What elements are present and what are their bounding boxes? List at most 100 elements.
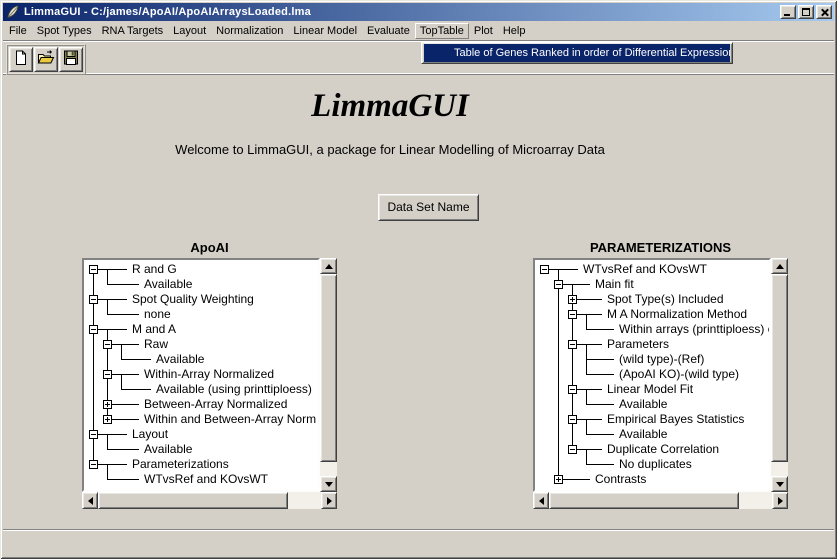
tree-node[interactable]: (ApoAI KO)-(wild type) [537,367,769,382]
minus-box-icon[interactable] [568,445,577,454]
tree-node[interactable]: Spot Type(s) Included [537,292,769,307]
tree-node[interactable]: No duplicates [537,457,769,472]
save-file-button[interactable] [59,47,83,72]
menu-spot-types[interactable]: Spot Types [32,23,97,39]
vertical-scrollbar-thumb[interactable] [320,274,337,462]
tree-node[interactable]: Available [86,352,318,367]
minus-box-icon[interactable] [568,415,577,424]
scroll-down-icon [776,482,784,491]
menu-rna-targets[interactable]: RNA Targets [97,23,169,39]
tree-node-label: (wild type)-(Ref) [619,352,704,367]
tree-node[interactable]: Within and Between-Array Norm [86,412,318,427]
tree-connector-line [93,277,94,292]
tree-node[interactable]: Duplicate Correlation [537,442,769,457]
minus-box-icon[interactable] [89,460,98,469]
tree-node[interactable]: Spot Quality Weighting [86,292,318,307]
minus-box-icon[interactable] [103,370,112,379]
scroll-down-button[interactable] [320,476,337,492]
horizontal-scrollbar[interactable] [533,492,788,509]
tree-connector-line [93,464,127,465]
menu-normalization[interactable]: Normalization [211,23,288,39]
plus-box-icon[interactable] [568,295,577,304]
minus-box-icon[interactable] [89,430,98,439]
horizontal-scrollbar-thumb[interactable] [98,492,288,509]
menu-toptable[interactable]: TopTable [415,23,469,39]
scroll-left-button[interactable] [82,492,98,509]
data-set-name-button[interactable]: Data Set Name [378,194,479,221]
tree-node[interactable]: Available [86,442,318,457]
tree-node[interactable]: Within-Array Normalized [86,367,318,382]
plus-box-icon[interactable] [554,475,563,484]
titlebar[interactable]: LimmaGUI - C:/james/ApoAI/ApoAIArraysLoa… [3,3,834,21]
tree-node[interactable]: (wild type)-(Ref) [537,352,769,367]
horizontal-scrollbar-thumb[interactable] [549,492,739,509]
menu-linear-model[interactable]: Linear Model [288,23,362,39]
minus-box-icon[interactable] [103,340,112,349]
minus-box-icon[interactable] [554,280,563,289]
tree-node[interactable]: Main fit [537,277,769,292]
tree-node[interactable]: none [86,307,318,322]
tree-connector-line [558,292,559,307]
minus-box-icon[interactable] [568,310,577,319]
open-file-button[interactable] [34,47,58,72]
tree-node-label: Available [144,442,192,457]
tree-node[interactable]: Contrasts [537,472,769,487]
tree-node[interactable]: Available [86,277,318,292]
horizontal-scrollbar[interactable] [82,492,337,509]
tree-connector-line [558,337,559,352]
tree-node[interactable]: Empirical Bayes Statistics [537,412,769,427]
menu-layout[interactable]: Layout [168,23,211,39]
tree-node[interactable]: Parameterizations [86,457,318,472]
tree-connector-line [107,284,139,285]
tree-connector-line [586,314,587,322]
apoai-tree[interactable]: R and GAvailableSpot Quality Weightingno… [82,258,320,492]
scroll-right-button[interactable] [772,492,788,509]
tree-node[interactable]: Linear Model Fit [537,382,769,397]
scroll-left-button[interactable] [533,492,549,509]
tree-node[interactable]: M and A [86,322,318,337]
minus-box-icon[interactable] [568,385,577,394]
vertical-scrollbar-thumb[interactable] [771,274,788,462]
vertical-scrollbar[interactable] [320,258,337,492]
scroll-up-button[interactable] [320,258,337,274]
scroll-right-button[interactable] [321,492,337,509]
menu-file[interactable]: File [4,23,32,39]
tree-node[interactable]: Between-Array Normalized [86,397,318,412]
tree-node[interactable]: Available [537,427,769,442]
tree-node[interactable]: Within arrays (printtiploess) o [537,322,769,337]
tree-node[interactable]: Available [537,397,769,412]
tree-node[interactable]: Raw [86,337,318,352]
tree-node[interactable]: WTvsRef and KOvsWT [86,472,318,487]
menu-item-table-of-genes-ranked-in-order-of-differ[interactable]: Table of Genes Ranked in order of Differ… [424,44,730,62]
tree-node[interactable]: R and G [86,262,318,277]
tree-connector-line [586,419,587,427]
minus-box-icon[interactable] [540,265,549,274]
minus-box-icon[interactable] [568,340,577,349]
menu-evaluate[interactable]: Evaluate [362,23,415,39]
parameterizations-tree[interactable]: WTvsRef and KOvsWTMain fitSpot Type(s) I… [533,258,771,492]
close-button[interactable] [816,5,832,19]
menu-help[interactable]: Help [498,23,531,39]
scroll-up-button[interactable] [771,258,788,274]
tree-node[interactable]: Parameters [537,337,769,352]
plus-box-icon[interactable] [103,400,112,409]
minimize-button[interactable] [780,5,796,19]
maximize-button[interactable] [798,5,814,19]
tree-connector-line [121,389,151,390]
tree-node-label: M and A [132,322,176,337]
vertical-scrollbar[interactable] [771,258,788,492]
bottom-divider [3,529,834,531]
tree-node[interactable]: WTvsRef and KOvsWT [537,262,769,277]
tree-node[interactable]: Layout [86,427,318,442]
tree-node[interactable]: Available (using printtiploess) [86,382,318,397]
new-file-button[interactable] [9,47,33,72]
minus-box-icon[interactable] [89,325,98,334]
menu-plot[interactable]: Plot [469,23,498,39]
tree-node[interactable]: M A Normalization Method [537,307,769,322]
tree-connector-line [107,269,108,277]
scroll-up-icon [776,260,784,269]
minus-box-icon[interactable] [89,295,98,304]
scroll-down-button[interactable] [771,476,788,492]
minus-box-icon[interactable] [89,265,98,274]
plus-box-icon[interactable] [103,415,112,424]
